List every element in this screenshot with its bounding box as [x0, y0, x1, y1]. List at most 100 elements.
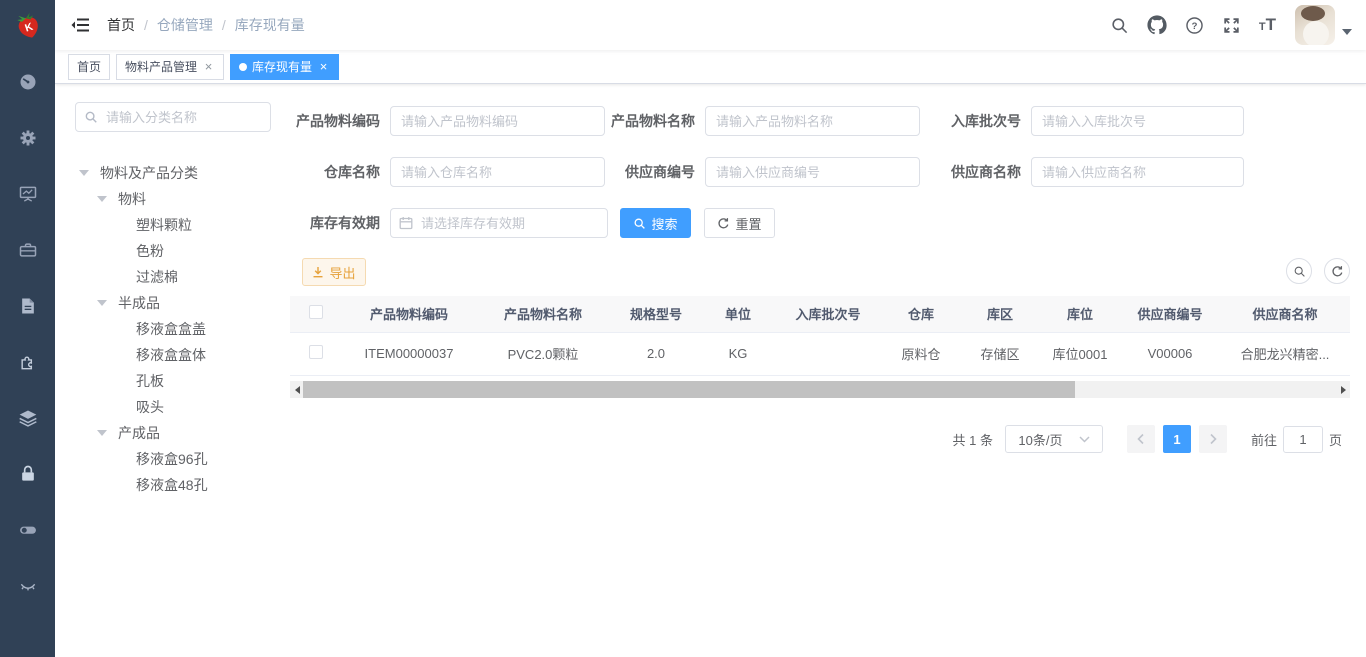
column-header: 库位 [1040, 296, 1120, 332]
tree-expand-icon[interactable] [97, 196, 113, 202]
tree-node-material[interactable]: 物料 [75, 186, 271, 212]
supplier-name-input[interactable] [1031, 157, 1244, 187]
total-count: 共 1 条 [953, 430, 993, 449]
breadcrumb-current: 库存现有量 [235, 15, 305, 35]
tree-node-leaf[interactable]: 移液盒盒盖 [75, 316, 271, 342]
cell-batch [774, 332, 882, 375]
sidebar-item-toggle[interactable] [0, 502, 55, 558]
tree-expand-icon[interactable] [97, 430, 113, 436]
field-label: 入库批次号 [929, 111, 1031, 131]
sidebar-item-layers[interactable] [0, 390, 55, 446]
export-button[interactable]: 导出 [302, 258, 366, 286]
inbound-batch-input[interactable] [1031, 106, 1244, 136]
field-label: 供应商编号 [603, 162, 705, 182]
tree-node-leaf[interactable]: 孔板 [75, 368, 271, 394]
next-page-button[interactable] [1199, 425, 1227, 453]
scroll-right-arrow[interactable] [1336, 381, 1350, 398]
column-header: 库区 [960, 296, 1040, 332]
tags-view-bar: 首页 物料产品管理 × 库存现有量 × [55, 50, 1366, 84]
fullscreen-button[interactable] [1213, 0, 1250, 50]
toolbox-icon [18, 240, 38, 260]
tree-node-leaf[interactable]: 塑料颗粒 [75, 212, 271, 238]
breadcrumb-separator: / [144, 17, 148, 33]
sidebar-item-eye-closed[interactable] [0, 558, 55, 614]
app-root: K [0, 0, 1366, 657]
tree-node-label: 过滤棉 [136, 267, 178, 287]
table-row[interactable]: ITEM00000037 PVC2.0颗粒 2.0 KG 原料仓 存储区 库位0… [290, 332, 1350, 375]
search-button[interactable]: 搜索 [620, 208, 691, 238]
tab-close-icon[interactable]: × [202, 60, 215, 73]
sidebar-item-lock[interactable] [0, 446, 55, 502]
table-header-row: 产品物料编码 产品物料名称 规格型号 单位 入库批次号 仓库 库区 库位 供应商… [290, 296, 1350, 332]
select-all-cell [290, 296, 342, 332]
tree-node-semi-finished[interactable]: 半成品 [75, 290, 271, 316]
sidebar-item-dashboard[interactable] [0, 54, 55, 110]
header-search-button[interactable] [1101, 0, 1138, 50]
refresh-icon [717, 217, 730, 230]
sidebar-item-document[interactable] [0, 278, 55, 334]
tree-node-leaf[interactable]: 移液盒48孔 [75, 472, 271, 498]
tree-node-leaf[interactable]: 色粉 [75, 238, 271, 264]
category-search-input[interactable] [75, 102, 271, 132]
chevron-left-icon [1136, 433, 1146, 445]
cell-item-code: ITEM00000037 [342, 332, 476, 375]
svg-text:?: ? [1191, 21, 1197, 32]
tab-material-product[interactable]: 物料产品管理 × [116, 54, 224, 80]
cell-item-name: PVC2.0颗粒 [476, 332, 610, 375]
field-label: 产品物料名称 [603, 111, 705, 131]
goto-page-input[interactable] [1283, 426, 1323, 453]
refresh-table-button[interactable] [1324, 258, 1350, 284]
item-code-input[interactable] [390, 106, 605, 136]
help-button[interactable]: ? [1176, 0, 1213, 50]
sidebar-item-monitor[interactable] [0, 166, 55, 222]
tree-node-leaf[interactable]: 移液盒96孔 [75, 446, 271, 472]
top-navbar: 首页 / 仓储管理 / 库存现有量 ? [55, 0, 1366, 50]
user-menu[interactable] [1295, 5, 1352, 45]
column-header: 供应商编号 [1120, 296, 1220, 332]
breadcrumb-home[interactable]: 首页 [107, 15, 135, 35]
page-size-select[interactable]: 10条/页 [1005, 425, 1103, 453]
page-number-1[interactable]: 1 [1163, 425, 1191, 453]
tree-node-leaf[interactable]: 吸头 [75, 394, 271, 420]
prev-page-button[interactable] [1127, 425, 1155, 453]
horizontal-scrollbar[interactable] [290, 381, 1350, 398]
breadcrumb-separator: / [222, 17, 226, 33]
sidebar-toggle-button[interactable] [55, 0, 105, 50]
font-size-button[interactable]: TT [1250, 0, 1285, 50]
scroll-left-arrow[interactable] [290, 381, 304, 398]
sidebar-item-toolbox[interactable] [0, 222, 55, 278]
gear-icon [18, 128, 38, 148]
row-checkbox[interactable] [309, 345, 323, 359]
tree-node-leaf[interactable]: 移液盒盒体 [75, 342, 271, 368]
scrollbar-thumb[interactable] [303, 381, 1075, 398]
breadcrumb: 首页 / 仓储管理 / 库存现有量 [107, 15, 305, 35]
lock-icon [18, 464, 38, 484]
tab-stock-on-hand[interactable]: 库存现有量 × [230, 54, 339, 80]
category-tree: 物料及产品分类 物料 塑料颗粒 色粉 过滤棉 [75, 160, 271, 498]
column-header: 规格型号 [610, 296, 702, 332]
tree-expand-icon[interactable] [97, 300, 113, 306]
tab-close-icon[interactable]: × [317, 60, 330, 73]
stock-expiry-datepicker [390, 208, 608, 238]
supplier-code-input[interactable] [705, 157, 920, 187]
refresh-icon [1331, 265, 1344, 278]
item-name-input[interactable] [705, 106, 920, 136]
tree-node-finished[interactable]: 产成品 [75, 420, 271, 446]
navbar-right-tools: ? TT [1101, 0, 1366, 50]
reset-button[interactable]: 重置 [704, 208, 775, 238]
sidebar-item-system[interactable] [0, 110, 55, 166]
stock-expiry-input[interactable] [390, 208, 608, 238]
field-label: 仓库名称 [290, 162, 390, 182]
select-all-checkbox[interactable] [309, 305, 323, 319]
tree-node-root[interactable]: 物料及产品分类 [75, 160, 271, 186]
tree-node-leaf[interactable]: 过滤棉 [75, 264, 271, 290]
active-tab-dot [239, 63, 247, 71]
app-logo[interactable]: K [0, 0, 55, 50]
tree-expand-icon[interactable] [79, 170, 95, 176]
toggle-search-button[interactable] [1286, 258, 1312, 284]
category-tree-panel: 物料及产品分类 物料 塑料颗粒 色粉 过滤棉 [75, 102, 271, 498]
warehouse-name-input[interactable] [390, 157, 605, 187]
sidebar-item-plugin[interactable] [0, 334, 55, 390]
github-link-button[interactable] [1138, 0, 1176, 50]
tab-home[interactable]: 首页 [68, 54, 110, 80]
